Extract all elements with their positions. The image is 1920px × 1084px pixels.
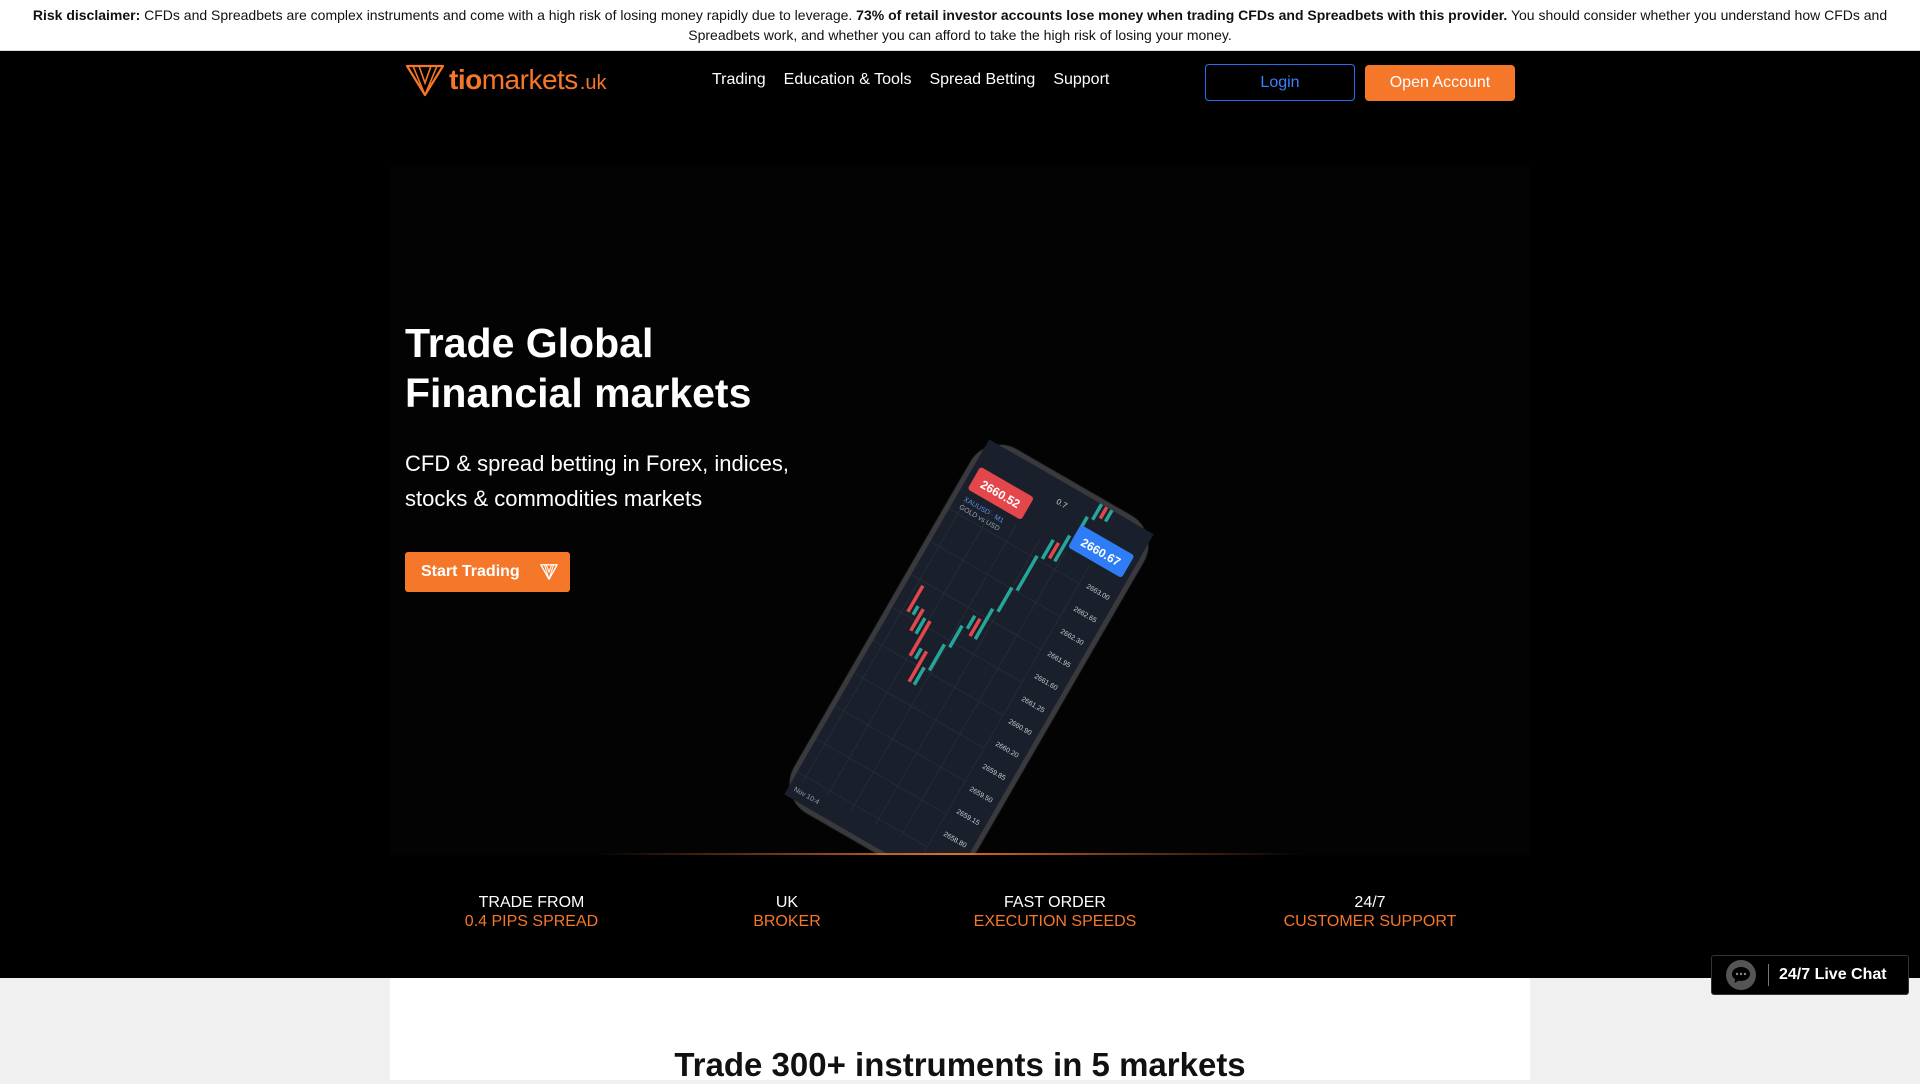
live-chat-button[interactable]: 24/7 Live Chat bbox=[1711, 955, 1909, 995]
nav-spread-betting[interactable]: Spread Betting bbox=[929, 71, 1035, 89]
logo-suffix: .uk bbox=[579, 71, 607, 94]
logo[interactable]: tiomarkets .uk bbox=[405, 62, 606, 98]
stat-support: 24/7 CUSTOMER SUPPORT bbox=[1280, 893, 1460, 931]
stat-line-2: CUSTOMER SUPPORT bbox=[1283, 913, 1457, 930]
instruments-title: Trade 300+ instruments in 5 markets bbox=[674, 1046, 1246, 1083]
logo-wordmark: tiomarkets bbox=[449, 64, 578, 96]
live-chat-label: 24/7 Live Chat bbox=[1779, 966, 1887, 983]
stat-spread: TRADE FROM 0.4 PIPS SPREAD bbox=[440, 893, 623, 931]
logo-tio: tio bbox=[449, 64, 482, 95]
stat-line-2: EXECUTION SPEEDS bbox=[973, 913, 1137, 930]
stat-line-1: UK bbox=[775, 894, 799, 911]
phone-mockup: 2660.52 2660.67 XAUUSD · M1 GOLD vs USD … bbox=[740, 440, 1260, 855]
nav-education-tools[interactable]: Education & Tools bbox=[784, 71, 912, 89]
open-account-button[interactable]: Open Account bbox=[1365, 65, 1515, 101]
hero-title-line-2: Financial markets bbox=[405, 370, 752, 416]
risk-disclaimer: Risk disclaimer: CFDs and Spreadbets are… bbox=[0, 0, 1920, 51]
main-nav: Trading Education & Tools Spread Betting… bbox=[712, 71, 1109, 89]
nav-support[interactable]: Support bbox=[1053, 71, 1109, 89]
chat-separator bbox=[1768, 964, 1769, 986]
disclaimer-text: CFDs and Spreadbets are complex instrume… bbox=[140, 7, 857, 23]
logo-mark-icon bbox=[540, 564, 558, 580]
disclaimer-label: Risk disclaimer: bbox=[32, 7, 141, 23]
stat-execution: FAST ORDER EXECUTION SPEEDS bbox=[960, 893, 1150, 931]
hero-title-line-1: Trade Global bbox=[405, 320, 654, 366]
hero-title: Trade Global Financial markets bbox=[405, 318, 751, 418]
phone-device: 2660.52 2660.67 XAUUSD · M1 GOLD vs USD … bbox=[777, 440, 1161, 855]
start-trading-label: Start Trading bbox=[421, 563, 520, 580]
stat-line-1: FAST ORDER bbox=[1004, 894, 1106, 911]
nav-trading[interactable]: Trading bbox=[712, 71, 766, 89]
chat-bubble-icon bbox=[1726, 960, 1756, 990]
stat-line-2: 0.4 PIPS SPREAD bbox=[464, 913, 599, 930]
divider-glow bbox=[600, 853, 1300, 855]
disclaimer-bold: 73% of retail investor accounts lose mon… bbox=[856, 7, 1508, 23]
trading-chart: 2660.52 2660.67 XAUUSD · M1 GOLD vs USD … bbox=[784, 440, 1154, 855]
stat-line-2: BROKER bbox=[753, 913, 821, 930]
stat-broker: UK BROKER bbox=[737, 893, 837, 931]
login-button[interactable]: Login bbox=[1205, 64, 1355, 101]
logo-icon bbox=[405, 64, 445, 97]
stat-line-1: TRADE FROM bbox=[478, 894, 585, 911]
logo-markets: markets bbox=[481, 64, 579, 95]
stat-line-1: 24/7 bbox=[1354, 894, 1386, 911]
start-trading-button[interactable]: Start Trading bbox=[405, 552, 570, 592]
